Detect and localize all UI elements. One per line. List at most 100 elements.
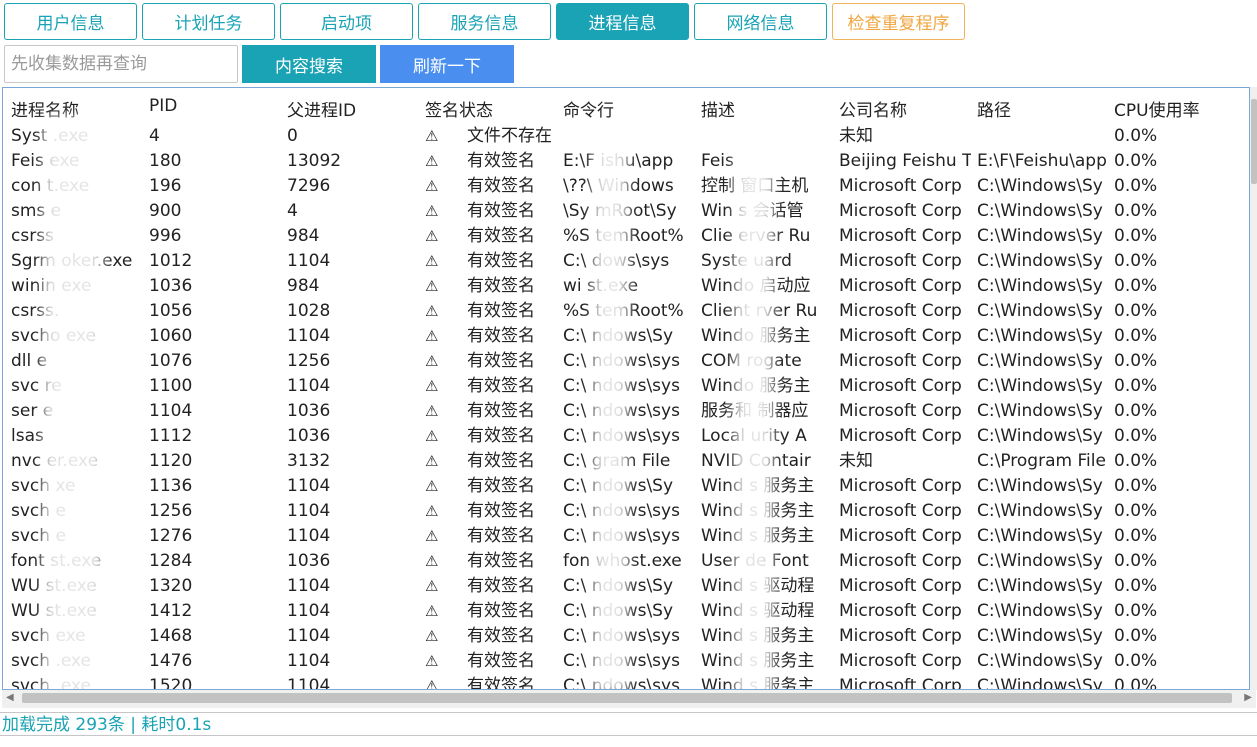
search-input[interactable]: [4, 45, 238, 83]
table-cell: [977, 125, 1107, 149]
table-cell: C:\Windows\Sy: [977, 351, 1103, 371]
table-cell: 1036: [149, 276, 193, 296]
table-cell: 0.0%: [1114, 526, 1158, 546]
table-cell: 0.0%: [1114, 276, 1158, 296]
table-cell: 有效签名: [467, 301, 535, 321]
table-cell: Microsoft Corp: [839, 376, 962, 396]
table-cell: 文件不存在: [467, 126, 552, 146]
table-cell: 0.0%: [1114, 451, 1158, 471]
table-cell: 0.0%: [1114, 626, 1158, 646]
table-cell: 180: [149, 151, 182, 171]
warning-icon: ⚠: [425, 327, 439, 345]
warning-icon: ⚠: [425, 152, 439, 170]
table-cell: 984: [287, 226, 320, 246]
tab-5[interactable]: 网络信息: [694, 3, 827, 40]
table-cell: C:\Windows\Sy: [977, 376, 1103, 396]
content-search-button[interactable]: 内容搜索: [242, 45, 376, 83]
table-cell: 0.0%: [1114, 651, 1158, 671]
table-cell: C:\ ndows\sys: [563, 626, 680, 646]
table-cell: C:\Windows\Sy: [977, 601, 1103, 621]
column-header[interactable]: CPU使用率: [1114, 96, 1244, 121]
table-cell: 0.0%: [1114, 426, 1158, 446]
table-cell: Microsoft Corp: [839, 626, 962, 646]
table-cell: 0.0%: [1114, 226, 1158, 246]
warning-icon: ⚠: [425, 602, 439, 620]
table-cell: 有效签名: [467, 426, 535, 446]
column-header[interactable]: PID: [149, 96, 285, 116]
warning-icon: ⚠: [425, 577, 439, 595]
table-cell: Microsoft Corp: [839, 601, 962, 621]
horizontal-scrollbar-thumb[interactable]: [22, 693, 1232, 703]
table-cell: 4: [149, 126, 160, 146]
table-cell: 有效签名: [467, 576, 535, 596]
refresh-button[interactable]: 刷新一下: [380, 45, 514, 83]
column-header[interactable]: 公司名称: [839, 96, 973, 121]
table-cell: 0.0%: [1114, 476, 1158, 496]
table-cell: 1104: [149, 401, 193, 421]
table-cell: Microsoft Corp: [839, 301, 962, 321]
column-header[interactable]: 描述: [701, 96, 837, 121]
table-cell: C:\ ndows\Sy: [563, 326, 674, 346]
tab-1[interactable]: 计划任务: [142, 3, 275, 40]
table-cell: 有效签名: [467, 451, 535, 471]
table-cell: Microsoft Corp: [839, 326, 962, 346]
table-cell: C:\Program File: [977, 451, 1106, 471]
blur-overlay: [735, 143, 773, 689]
table-cell: C:\Windows\Sy: [977, 626, 1103, 646]
table-cell: 1104: [287, 651, 331, 671]
table-cell: 未知: [839, 451, 873, 471]
table-cell: Microsoft Corp: [839, 551, 962, 571]
table-cell: Beijing Feishu T: [839, 151, 971, 171]
table-cell: 1136: [149, 476, 193, 496]
table-cell: 1060: [149, 326, 193, 346]
table-cell: 有效签名: [467, 401, 535, 421]
column-header[interactable]: 签名状态: [425, 96, 561, 121]
column-header[interactable]: 父进程ID: [287, 96, 423, 121]
table-cell: 4: [287, 201, 298, 221]
horizontal-scrollbar[interactable]: ◀ ▶: [2, 690, 1256, 708]
table-cell: 996: [149, 226, 182, 246]
warning-icon: ⚠: [425, 427, 439, 445]
table-cell: 0.0%: [1114, 676, 1158, 690]
table-cell: 0.0%: [1114, 201, 1158, 221]
table-cell: C:\Windows\Sy: [977, 551, 1103, 571]
tab-2[interactable]: 启动项: [280, 3, 413, 40]
vertical-scrollbar[interactable]: [1250, 87, 1257, 690]
table-cell: 1104: [287, 501, 331, 521]
column-header[interactable]: 命令行: [563, 96, 699, 121]
warning-icon: ⚠: [425, 377, 439, 395]
table-cell: 0.0%: [1114, 376, 1158, 396]
table-cell: 1100: [149, 376, 193, 396]
table-cell: 有效签名: [467, 526, 535, 546]
warning-icon: ⚠: [425, 277, 439, 295]
table-cell: C:\ gram File: [563, 451, 671, 471]
table-cell: C:\Windows\Sy: [977, 176, 1103, 196]
table-cell: 13092: [287, 151, 342, 171]
scroll-right-icon[interactable]: ▶: [1244, 692, 1252, 703]
table-cell: 1412: [149, 601, 193, 621]
table-cell: \??\ Windows: [563, 176, 674, 196]
scroll-left-icon[interactable]: ◀: [6, 692, 14, 703]
table-cell: 1256: [287, 351, 331, 371]
warning-icon: ⚠: [425, 402, 439, 420]
warning-icon: ⚠: [425, 502, 439, 520]
table-cell: 0.0%: [1114, 576, 1158, 596]
warning-icon: ⚠: [425, 202, 439, 220]
column-header[interactable]: 路径: [977, 96, 1111, 121]
table-cell: 7296: [287, 176, 331, 196]
blur-overlay: [43, 118, 103, 689]
table-cell: C:\Windows\Sy: [977, 251, 1103, 271]
table-cell: Microsoft Corp: [839, 426, 962, 446]
table-cell: 1120: [149, 451, 193, 471]
tab-3[interactable]: 服务信息: [418, 3, 551, 40]
vertical-scrollbar-thumb[interactable]: [1251, 99, 1257, 184]
warning-icon: ⚠: [425, 227, 439, 245]
tab-4[interactable]: 进程信息: [556, 3, 689, 40]
table-cell: 有效签名: [467, 351, 535, 371]
table-cell: E:\F ishu\app: [563, 151, 674, 171]
table-cell: 196: [149, 176, 182, 196]
tab-6[interactable]: 检查重复程序: [832, 3, 965, 40]
table-cell: 1056: [149, 301, 193, 321]
tab-0[interactable]: 用户信息: [4, 3, 137, 40]
table-cell: C:\ dows\sys: [563, 251, 670, 271]
